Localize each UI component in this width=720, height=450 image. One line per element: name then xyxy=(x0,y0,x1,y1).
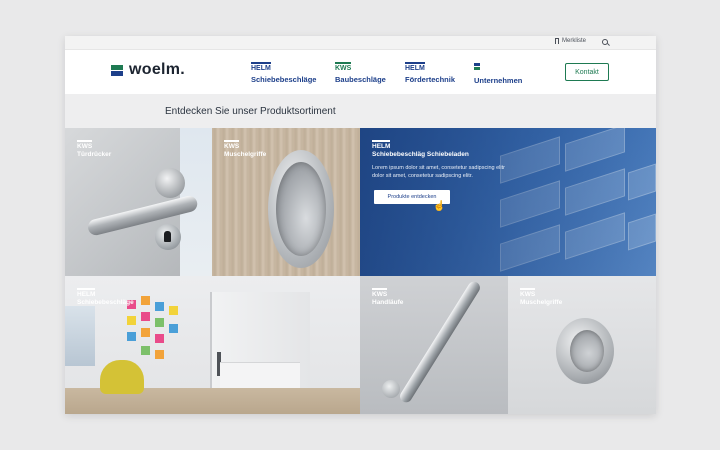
heading-band: Entdecken Sie unser Produktsortiment xyxy=(65,94,656,128)
wall-art-square xyxy=(141,296,150,305)
wall-art-square xyxy=(141,346,150,355)
sideboard-image xyxy=(220,362,300,390)
tile-brand: KWS xyxy=(520,288,536,298)
keyhole-image xyxy=(164,231,171,242)
hand-cursor-icon: ☝ xyxy=(433,201,446,212)
handrail-image xyxy=(397,279,483,405)
armchair-image xyxy=(100,360,144,394)
tile-brand: KWS xyxy=(224,140,240,150)
nav-item-foerdertechnik[interactable]: HELM Fördertechnik xyxy=(405,62,455,84)
nav-item-schiebebeschlaege[interactable]: HELM Schiebebeschläge xyxy=(251,62,316,84)
nav-label: Baubeschläge xyxy=(335,75,386,84)
wall-art-square xyxy=(155,302,164,311)
tile-schiebeladen[interactable]: HELM Schiebebeschläg Schiebeladen Lorem … xyxy=(360,128,656,276)
merkliste-link[interactable]: Merkliste xyxy=(555,38,586,44)
merkliste-label: Merkliste xyxy=(562,38,587,44)
nav-brand-tag: KWS xyxy=(335,62,352,73)
wall-art-square xyxy=(141,328,150,337)
nav-item-unternehmen[interactable]: Unternehmen xyxy=(474,62,522,85)
kontakt-button[interactable]: Kontakt xyxy=(565,63,609,81)
wall-art-square xyxy=(155,350,164,359)
wall-art-square xyxy=(155,318,164,327)
page-title: Entdecken Sie unser Produktsortiment xyxy=(165,106,336,117)
tile-label: Türdrücker xyxy=(77,151,112,158)
tile-handlaeufe[interactable]: KWS Handläufe xyxy=(360,276,508,414)
wall-art-square xyxy=(127,316,136,325)
tile-label: Muschelgriffe xyxy=(224,151,267,158)
search-icon[interactable] xyxy=(602,39,608,45)
nav-label: Unternehmen xyxy=(474,76,523,85)
utility-bar: Merkliste xyxy=(65,36,656,50)
window-image xyxy=(65,306,95,366)
tile-label: Handläufe xyxy=(372,299,404,306)
logo[interactable]: woelm. xyxy=(111,61,185,79)
wall-art-square xyxy=(141,312,150,321)
nav-brand-tag: HELM xyxy=(405,62,425,73)
tile-description: Lorem ipsum dolor sit amet, consetetur s… xyxy=(372,165,505,179)
tile-label: Schiebebeschläg Schiebeladen xyxy=(372,151,469,158)
tile-muschelgriffe[interactable]: KWS Muschelgriffe xyxy=(212,128,360,276)
logo-mark-icon xyxy=(111,65,123,79)
wall-art-square xyxy=(155,334,164,343)
nav-brand-mark-icon xyxy=(474,67,480,70)
wall-art-square xyxy=(169,306,178,315)
tile-brand: KWS xyxy=(77,140,93,150)
product-grid: KWS Türdrücker KWS Muschelgriffe HELM Sc… xyxy=(65,128,656,414)
nav-item-baubeschlaege[interactable]: KWS Baubeschläge xyxy=(335,62,386,84)
nav-label: Fördertechnik xyxy=(405,75,456,84)
tile-label: Schiebebeschläge xyxy=(77,299,134,306)
door-rose-image xyxy=(155,168,185,198)
nav-brand-mark-icon xyxy=(474,63,480,66)
nav-brand-tag: HELM xyxy=(251,62,271,73)
tile-tuerdruecker[interactable]: KWS Türdrücker xyxy=(65,128,212,276)
site-header: woelm. HELM Schiebebeschläge KWS Baubesc… xyxy=(65,50,656,94)
wall-art-square xyxy=(127,332,136,341)
tile-brand: HELM xyxy=(77,288,96,298)
handrail-bracket-image xyxy=(382,380,400,398)
tile-muschelgriffe-2[interactable]: KWS Muschelgriffe xyxy=(508,276,656,414)
tile-label: Muschelgriffe xyxy=(520,299,563,306)
bookmark-icon xyxy=(555,38,559,44)
tile-brand: HELM xyxy=(372,140,391,150)
flush-pull-inner-image xyxy=(570,330,604,372)
wall-art-square xyxy=(169,324,178,333)
logo-text: woelm. xyxy=(129,61,186,78)
tile-brand: KWS xyxy=(372,288,388,298)
tile-schiebebeschlaege[interactable]: HELM Schiebebeschläge xyxy=(65,276,360,414)
browser-frame: Merkliste woelm. HELM Schiebebeschläge K… xyxy=(65,36,656,414)
nav-label: Schiebebeschläge xyxy=(251,75,317,84)
flush-pull-inner-image xyxy=(276,162,326,256)
